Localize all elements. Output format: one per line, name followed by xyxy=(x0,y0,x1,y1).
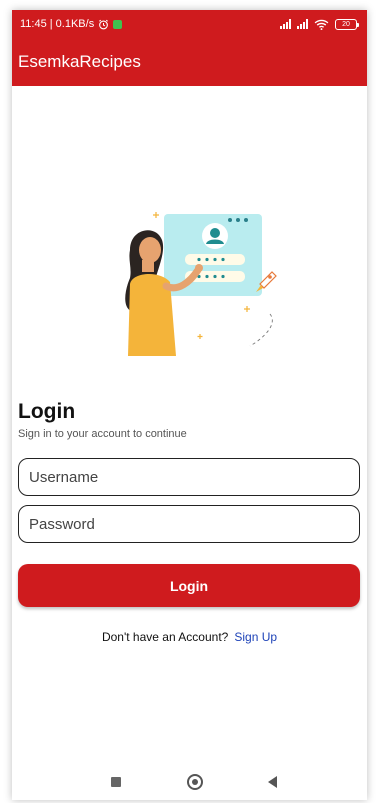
login-illustration xyxy=(125,212,277,356)
login-title: Login xyxy=(18,400,76,423)
battery-level: 20 xyxy=(342,20,350,28)
signup-prompt: Don't have an Account? xyxy=(101,630,229,644)
signal-icon xyxy=(280,19,291,29)
status-left: 11:45 | 0.1KB/s xyxy=(20,18,123,30)
app-bar: EsemkaRecipes xyxy=(12,38,367,86)
wifi-icon xyxy=(314,19,329,30)
login-button[interactable]: Login xyxy=(18,564,360,607)
signup-link[interactable]: Sign Up xyxy=(234,630,277,644)
password-input[interactable] xyxy=(18,505,360,543)
login-subtitle: Sign in to your account to continue xyxy=(18,428,187,440)
app-title: EsemkaRecipes xyxy=(18,52,141,71)
home-icon[interactable] xyxy=(185,772,205,792)
back-icon[interactable] xyxy=(262,772,282,792)
username-input[interactable] xyxy=(18,458,360,496)
status-bar: 11:45 | 0.1KB/s 20 xyxy=(12,10,367,38)
signal-icon xyxy=(297,19,308,29)
navigation-bar xyxy=(12,758,367,800)
battery-icon: 20 xyxy=(335,18,359,30)
recents-icon[interactable] xyxy=(106,772,126,792)
alarm-icon xyxy=(99,19,109,29)
notification-icon xyxy=(113,19,123,29)
signup-row: Don't have an Account? Sign Up xyxy=(12,630,367,644)
phone-frame: 11:45 | 0.1KB/s 20 EsemkaRecipes Login S… xyxy=(12,10,367,800)
login-screen: Login Sign in to your account to continu… xyxy=(12,86,367,746)
status-right: 20 xyxy=(280,18,359,30)
status-time: 11:45 | 0.1KB/s xyxy=(20,18,95,30)
screen: 11:45 | 0.1KB/s 20 EsemkaRecipes Login S… xyxy=(0,0,379,803)
